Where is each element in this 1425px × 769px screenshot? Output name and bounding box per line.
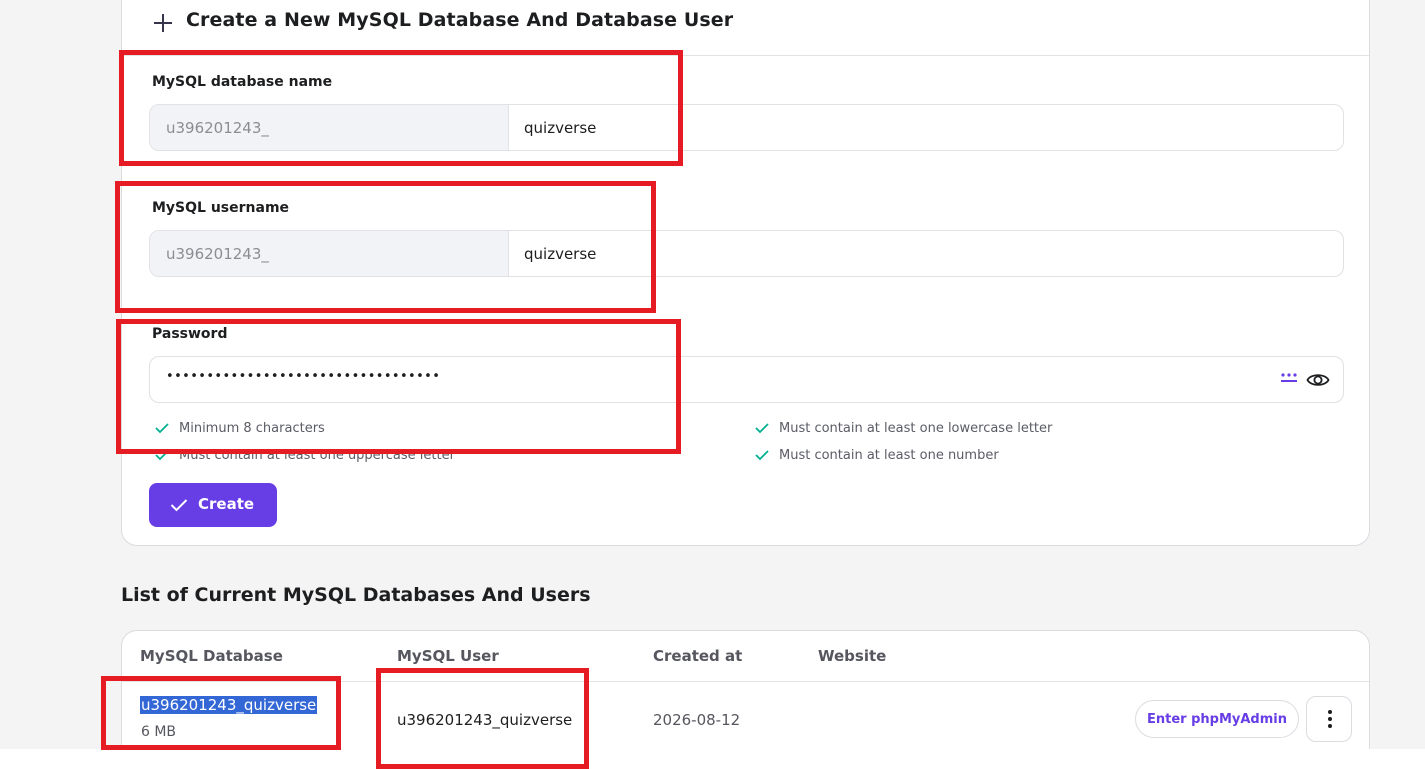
annotation-box-database — [101, 676, 341, 750]
card-title: Create a New MySQL Database And Database… — [186, 9, 734, 31]
check-icon — [755, 450, 769, 461]
generate-password-icon[interactable] — [1280, 372, 1298, 384]
more-actions-button[interactable] — [1306, 696, 1352, 742]
column-header-database: MySQL Database — [140, 647, 283, 665]
more-vertical-icon — [1328, 710, 1332, 714]
card-header[interactable]: Create a New MySQL Database And Database… — [122, 0, 1369, 56]
annotation-box-password — [116, 319, 681, 454]
enter-phpmyadmin-button[interactable]: Enter phpMyAdmin — [1135, 700, 1299, 738]
column-header-user: MySQL User — [397, 647, 499, 665]
annotation-box-db-name — [119, 50, 683, 166]
requirement-number: Must contain at least one number — [779, 448, 999, 463]
column-header-created: Created at — [653, 647, 743, 665]
annotation-box-username — [115, 181, 656, 313]
created-at: 2026-08-12 — [653, 711, 741, 729]
eye-icon[interactable] — [1306, 369, 1330, 391]
requirement-lowercase: Must contain at least one lowercase lett… — [779, 421, 1053, 436]
column-header-website: Website — [818, 647, 887, 665]
annotation-box-user — [376, 668, 589, 769]
create-button[interactable]: Create — [149, 483, 277, 527]
plus-icon — [152, 12, 174, 34]
check-icon — [170, 499, 188, 512]
list-title: List of Current MySQL Databases And User… — [121, 584, 591, 606]
check-icon — [755, 423, 769, 434]
bottom-strip — [0, 749, 1425, 769]
